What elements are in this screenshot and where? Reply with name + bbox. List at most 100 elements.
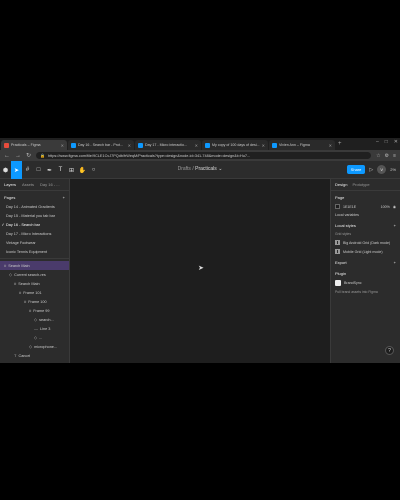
url-field[interactable]: 🔒 https://www.figma.com/file/9CLE1CvJ7PQ… bbox=[36, 152, 372, 159]
page-color-value[interactable]: 1E1E1E bbox=[343, 205, 356, 209]
page-item[interactable]: Day 14 - Animated Gradients bbox=[0, 202, 69, 211]
file-name[interactable]: Practicals bbox=[195, 166, 217, 172]
close-window-icon[interactable]: ✕ bbox=[394, 139, 398, 145]
plugin-header: Plugin bbox=[331, 267, 400, 278]
avatar[interactable]: V bbox=[377, 165, 387, 174]
color-swatch[interactable] bbox=[335, 204, 340, 209]
cursor-icon: ➤ bbox=[198, 265, 204, 272]
tab-assets[interactable]: Assets bbox=[22, 182, 34, 187]
favicon-icon bbox=[272, 142, 277, 148]
browser-tab-title: Day 16 - Search bar - Prot... bbox=[78, 143, 123, 147]
layer-item[interactable]: — Line 3 bbox=[0, 324, 69, 333]
layer-item[interactable]: ◇ microphone... bbox=[0, 342, 69, 351]
resources-icon[interactable]: ⊞ bbox=[66, 161, 77, 179]
add-style-icon[interactable]: + bbox=[394, 223, 396, 228]
layer-item[interactable]: ◇... bbox=[0, 333, 69, 342]
frame-tool-icon[interactable]: # bbox=[22, 161, 33, 179]
local-styles-heading: Local styles bbox=[335, 223, 356, 228]
move-tool-icon[interactable]: ➤ bbox=[11, 161, 22, 179]
favicon-icon bbox=[205, 142, 210, 148]
layer-label: Search Main bbox=[8, 263, 30, 268]
star-icon[interactable]: ☆ bbox=[376, 153, 380, 159]
grid-style-label[interactable]: Big Android Grid (Dark mode) bbox=[343, 241, 390, 245]
reload-icon[interactable]: ↻ bbox=[26, 152, 31, 159]
layer-item[interactable]: # Search Main bbox=[0, 261, 69, 270]
menu-icon[interactable]: ≡ bbox=[393, 153, 396, 159]
close-tab-icon[interactable]: ✕ bbox=[195, 143, 198, 148]
present-icon[interactable]: ▷ bbox=[369, 167, 373, 173]
forward-icon[interactable]: → bbox=[15, 153, 21, 159]
new-tab-icon[interactable]: + bbox=[338, 141, 342, 147]
grid-style-label[interactable]: Mobile Grid (Light mode) bbox=[343, 250, 383, 254]
back-icon[interactable]: ← bbox=[4, 153, 10, 159]
component-icon: ◇ bbox=[29, 344, 33, 349]
layer-item[interactable]: # Search Main bbox=[0, 279, 69, 288]
drafts-link[interactable]: Drafts bbox=[178, 166, 191, 172]
browser-tab-title: Day 17 - Micro interactio... bbox=[145, 143, 187, 147]
browser-tab[interactable]: Vivien Ann – Figma ✕ bbox=[269, 140, 335, 150]
extensions-icon[interactable]: ⚙ bbox=[385, 153, 389, 159]
layer-item[interactable]: # Frame 101 bbox=[0, 288, 69, 297]
page-opacity[interactable]: 100% bbox=[381, 205, 390, 209]
page-label: Day 15 - Material you tab bar bbox=[6, 213, 55, 218]
close-tab-icon[interactable]: ✕ bbox=[128, 143, 131, 148]
layer-item[interactable]: ◇ search... bbox=[0, 315, 69, 324]
pen-tool-icon[interactable]: ✒ bbox=[44, 161, 55, 179]
tab-prototype[interactable]: Prototype bbox=[352, 182, 369, 187]
page-item[interactable]: ✓ Day 16 - Search bar bbox=[0, 220, 69, 229]
text-tool-icon[interactable]: T bbox=[55, 161, 66, 179]
tab-design[interactable]: Design bbox=[335, 182, 347, 187]
layer-item[interactable]: # Frame 99 bbox=[0, 306, 69, 315]
layer-label: Frame 100 bbox=[28, 299, 47, 304]
local-variables-label[interactable]: Local variables bbox=[335, 213, 359, 217]
zoom-level[interactable]: 2% bbox=[390, 167, 396, 172]
help-button[interactable]: ? bbox=[385, 346, 394, 355]
browser-tab-title: Practicals – Figma bbox=[11, 143, 41, 147]
layer-item[interactable]: ◇ Current search-res bbox=[0, 270, 69, 279]
browser-tab[interactable]: My copy of 100 days of desi... ✕ bbox=[202, 140, 268, 150]
local-variables-row[interactable]: Local variables bbox=[331, 211, 400, 219]
share-button[interactable]: Share bbox=[346, 165, 366, 174]
browser-tab[interactable]: Day 17 - Micro interactio... ✕ bbox=[135, 140, 201, 150]
canvas[interactable]: ➤ bbox=[70, 179, 330, 363]
chevron-down-icon[interactable]: ⌄ bbox=[218, 166, 222, 172]
pages-header: Pages + bbox=[0, 191, 69, 202]
comment-tool-icon[interactable]: ○ bbox=[88, 161, 99, 179]
shape-tool-icon[interactable]: □ bbox=[33, 161, 44, 179]
frame-icon: # bbox=[24, 299, 27, 304]
left-tabs: Layers Assets Day 16 - ... bbox=[0, 179, 69, 191]
add-export-icon[interactable]: + bbox=[394, 260, 396, 265]
browser-tab-strip: Practicals – Figma ✕ Day 16 - Search bar -… bbox=[0, 138, 400, 150]
layer-item[interactable]: T Cancel bbox=[0, 351, 69, 360]
export-label[interactable]: Export bbox=[335, 260, 347, 265]
minimize-icon[interactable]: – bbox=[376, 139, 379, 145]
line-icon: — bbox=[34, 326, 38, 331]
browser-tab[interactable]: Practicals – Figma ✕ bbox=[1, 140, 67, 150]
add-page-icon[interactable]: + bbox=[63, 195, 65, 200]
main-menu-icon[interactable]: ⬢ bbox=[0, 161, 11, 179]
eye-icon[interactable]: ◉ bbox=[393, 205, 396, 209]
tab-current-page[interactable]: Day 16 - ... bbox=[40, 182, 60, 187]
page-item[interactable]: Day 15 - Material you tab bar bbox=[0, 211, 69, 220]
page-item[interactable]: Vintage Footwear bbox=[0, 238, 69, 247]
tool-group: ⬢ ➤ # □ ✒ T ⊞ ✋ ○ bbox=[0, 161, 99, 179]
grid-style-item[interactable]: Big Android Grid (Dark mode) bbox=[331, 238, 400, 247]
page-item[interactable]: Iconic Tennis Equipment bbox=[0, 247, 69, 256]
close-tab-icon[interactable]: ✕ bbox=[262, 143, 265, 148]
layer-item[interactable]: # Frame 100 bbox=[0, 297, 69, 306]
plugin-name[interactable]: BrandSync bbox=[344, 281, 362, 285]
close-tab-icon[interactable]: ✕ bbox=[329, 143, 332, 148]
grid-style-item[interactable]: Mobile Grid (Light mode) bbox=[331, 247, 400, 256]
properties-panel: Design Prototype Page 1E1E1E 100% ◉ Loca… bbox=[330, 179, 400, 363]
tab-layers[interactable]: Layers bbox=[4, 182, 16, 187]
page-label: Day 14 - Animated Gradients bbox=[6, 204, 55, 209]
figma-toolbar: ⬢ ➤ # □ ✒ T ⊞ ✋ ○ Drafts / Practicals ⌄ … bbox=[0, 161, 400, 179]
close-tab-icon[interactable]: ✕ bbox=[61, 143, 64, 148]
plugin-row[interactable]: BrandSync bbox=[331, 278, 400, 288]
maximize-icon[interactable]: □ bbox=[385, 139, 388, 145]
browser-tab[interactable]: Day 16 - Search bar - Prot... ✕ bbox=[68, 140, 134, 150]
hand-tool-icon[interactable]: ✋ bbox=[77, 161, 88, 179]
page-color-row[interactable]: 1E1E1E 100% ◉ bbox=[331, 202, 400, 211]
component-icon: ◇ bbox=[34, 335, 38, 340]
page-item[interactable]: Day 17 - Micro Interactions bbox=[0, 229, 69, 238]
